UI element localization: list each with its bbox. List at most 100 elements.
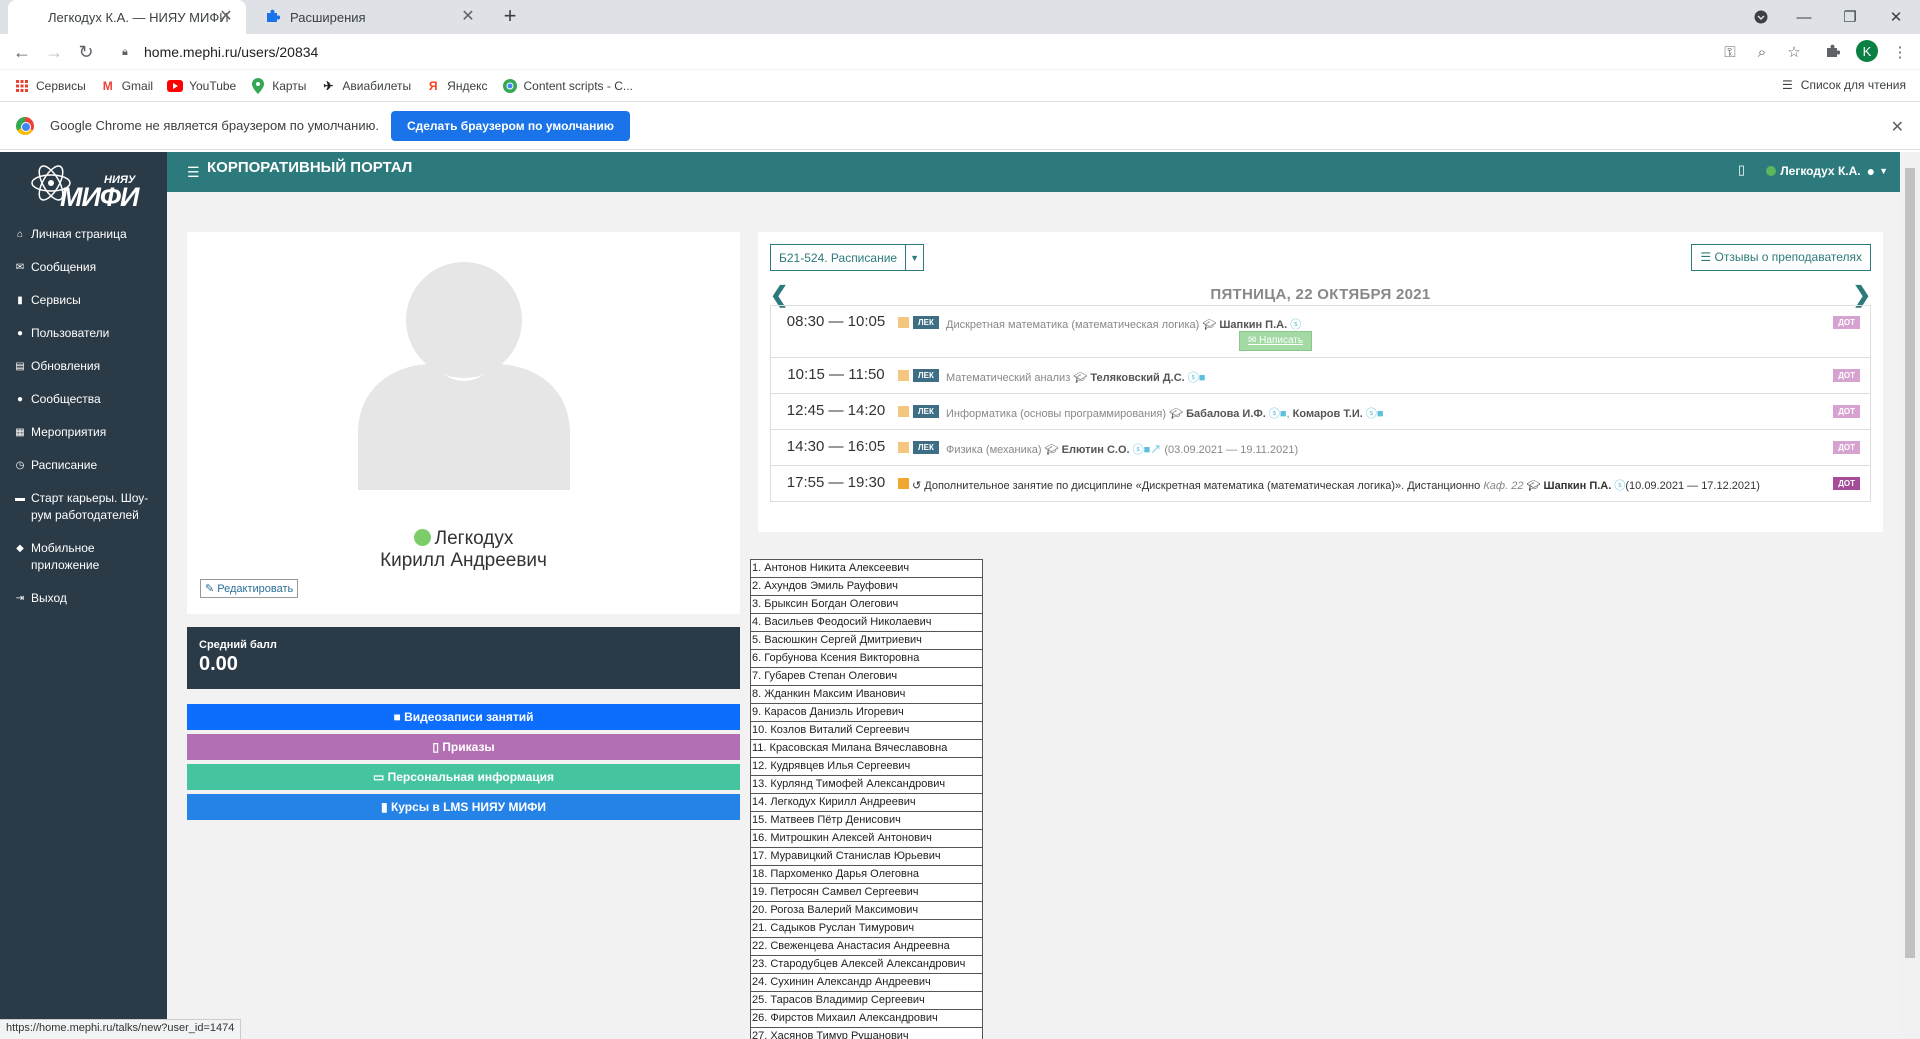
default-browser-infobar: Google Chrome не является браузером по у… (0, 102, 1920, 150)
bookmark-label: Карты (272, 78, 307, 93)
student-row: 20. Рогоза Валерий Максимович (750, 901, 983, 920)
user-menu[interactable]: Легкодух К.А. ● ▼ (1766, 163, 1888, 179)
sidebar-item-label: Расписание (31, 458, 98, 472)
portal-title[interactable]: КОРПОРАТИВНЫЙ ПОРТАЛ (207, 159, 412, 176)
sidebar-item-mobile[interactable]: ◆ Мобильное приложение (0, 532, 167, 582)
lesson-subject[interactable]: Дискретная математика (математическая ло… (946, 319, 1199, 331)
lesson-teacher[interactable]: Теляковский Д.С. (1090, 372, 1184, 384)
scrollbar-thumb[interactable] (1905, 168, 1915, 958)
student-name: 11. Красовская Милана Вячеславовна (750, 739, 983, 758)
bookmark-gmail[interactable]: M Gmail (100, 78, 153, 94)
personal-info-button[interactable]: ▭ Персональная информация (187, 764, 740, 790)
skype-icon[interactable]: ⓢ (1614, 480, 1625, 492)
sidebar-item-schedule[interactable]: ◷ Расписание (0, 449, 167, 482)
graduation-cap-icon: 🎓︎ (1169, 408, 1184, 420)
skype-icon[interactable]: ⓢ (1269, 408, 1280, 420)
bookmark-services[interactable]: Сервисы (14, 78, 86, 94)
sidebar-item-personal[interactable]: ⌂ Личная страница (0, 218, 167, 251)
skype-icon[interactable]: ⓢ (1133, 444, 1144, 456)
lesson-teacher[interactable]: Шапкин П.А. (1219, 319, 1287, 331)
logo-main-text: МИФИ (60, 182, 139, 212)
tab-mephi[interactable]: Легкодух К.А. — НИЯУ МИФИ ✕ (8, 0, 246, 34)
sidebar-item-communities[interactable]: ● Сообщества (0, 383, 167, 416)
bookmark-flights[interactable]: ✈ Авиабилеты (320, 78, 411, 94)
student-name: 22. Свеженцева Анастасия Андреевна (750, 937, 983, 956)
sidebar-item-updates[interactable]: ▤ Обновления (0, 350, 167, 383)
lock-icon: 🔒︎ (122, 46, 128, 58)
new-tab-icon[interactable]: + (499, 5, 521, 27)
edit-profile-button[interactable]: ✎ Редактировать (200, 579, 299, 598)
lesson-teacher[interactable]: Шапкин П.А. (1544, 480, 1612, 492)
lesson-subject[interactable]: Информатика (основы программирования) (946, 408, 1166, 420)
key-icon[interactable]: ⚿ (1720, 42, 1740, 62)
bookmark-yandex[interactable]: Я Яндекс (425, 78, 488, 94)
skype-icon[interactable]: ⓢ (1290, 319, 1301, 331)
reading-list[interactable]: ☰ Список для чтения (1782, 78, 1906, 92)
student-name: 16. Митрошкин Алексей Антонович (750, 829, 983, 848)
lesson-type-badge: ЛЕК (913, 441, 939, 454)
menu-dots-icon[interactable]: ⋮ (1890, 42, 1910, 62)
zoom-icon[interactable]: ⌕ (1752, 42, 1772, 62)
lesson-teacher[interactable]: Елютин С.О. (1062, 444, 1130, 456)
lms-courses-button[interactable]: ▮ Курсы в LMS НИЯУ МИФИ (187, 794, 740, 820)
profile-avatar[interactable]: K (1856, 40, 1878, 62)
online-status-icon (413, 529, 431, 546)
lesson-color-marker (898, 406, 909, 417)
student-name: 14. Легкодух Кирилл Андреевич (750, 793, 983, 812)
bookmark-maps[interactable]: Карты (250, 77, 307, 94)
chevron-down-icon[interactable]: ▼ (905, 245, 923, 270)
video-camera-icon[interactable]: ■ (1199, 372, 1206, 384)
lesson-subject[interactable]: Физика (механика) (946, 444, 1042, 456)
url-text: home.mephi.ru/users/20834 (144, 44, 319, 60)
close-window-icon[interactable]: ✕ (1873, 0, 1919, 34)
bookmark-icon[interactable]: ▯ (1738, 162, 1745, 178)
video-camera-icon[interactable]: ■ (1377, 408, 1384, 420)
lesson-time: 12:45 — 14:20 (786, 402, 886, 419)
bookmark-youtube[interactable]: YouTube (167, 78, 236, 94)
forward-icon[interactable]: → (42, 40, 66, 64)
chevron-down-icon: ▼ (1879, 166, 1888, 176)
average-score-label: Средний балл (199, 639, 277, 651)
student-name: 27. Хасянов Тимур Рушанович (750, 1027, 983, 1039)
group-schedule-select[interactable]: Б21-524. Расписание ▼ (770, 244, 925, 271)
close-tab-icon[interactable]: ✕ (460, 9, 476, 25)
external-link-icon[interactable]: ↗ (1150, 444, 1161, 456)
hamburger-icon[interactable]: ☰ (187, 164, 200, 181)
sidebar-item-logout[interactable]: ⇥ Выход (0, 582, 167, 615)
address-bar[interactable]: 🔒︎ home.mephi.ru/users/20834 (108, 37, 1570, 67)
minimize-icon[interactable]: — (1781, 0, 1827, 34)
close-infobar-icon[interactable]: ✕ (1891, 117, 1904, 137)
skype-icon[interactable]: ⓢ (1188, 372, 1199, 384)
back-icon[interactable]: ← (10, 40, 34, 64)
star-icon[interactable]: ☆ (1784, 42, 1804, 62)
lesson-teacher-2[interactable]: Комаров Т.И. (1293, 408, 1363, 420)
sidebar-item-career[interactable]: ▬ Старт карьеры. Шоу-рум работодателей (0, 482, 167, 532)
lesson-teacher[interactable]: Бабалова И.Ф. (1186, 408, 1266, 420)
sidebar-item-services[interactable]: ▮ Сервисы (0, 284, 167, 317)
tab-extensions[interactable]: Расширения ✕ (250, 0, 488, 34)
write-message-button[interactable]: ✉ Написать (1239, 331, 1313, 351)
set-default-button[interactable]: Сделать браузером по умолчанию (390, 110, 630, 141)
reload-icon[interactable]: ↻ (74, 40, 98, 64)
tab-search-icon[interactable] (1738, 0, 1784, 34)
restore-icon[interactable]: ❐ (1827, 0, 1873, 34)
sidebar-item-events[interactable]: ▦ Мероприятия (0, 416, 167, 449)
sidebar-item-users[interactable]: ● Пользователи (0, 317, 167, 350)
teacher-reviews-button[interactable]: ☰ Отзывы о преподавателях (1691, 244, 1871, 271)
student-name: 19. Петросян Самвел Сергеевич (750, 883, 983, 902)
sidebar-item-messages[interactable]: ✉ Сообщения (0, 251, 167, 284)
video-records-button[interactable]: ■ Видеозаписи занятий (187, 704, 740, 730)
video-camera-icon[interactable]: ■ (1280, 408, 1287, 420)
orders-button[interactable]: ▯ Приказы (187, 734, 740, 760)
extensions-icon[interactable] (1822, 42, 1842, 62)
lesson-list: 08:30 — 10:05 ЛЕК Дискретная математика … (770, 305, 1871, 502)
lesson-row: 12:45 — 14:20 ЛЕК Информатика (основы пр… (770, 394, 1871, 430)
bookmark-content-scripts[interactable]: Content scripts - C... (502, 78, 633, 94)
mephi-logo[interactable]: НИЯУ МИФИ (0, 152, 167, 218)
tab-title: Легкодух К.А. — НИЯУ МИФИ (48, 9, 229, 25)
student-row: 19. Петросян Самвел Сергеевич (750, 883, 983, 902)
lesson-subject[interactable]: Математический анализ (946, 372, 1070, 384)
skype-icon[interactable]: ⓢ (1366, 408, 1377, 420)
close-tab-icon[interactable]: ✕ (218, 9, 234, 25)
page-scrollbar[interactable] (1900, 152, 1920, 1039)
